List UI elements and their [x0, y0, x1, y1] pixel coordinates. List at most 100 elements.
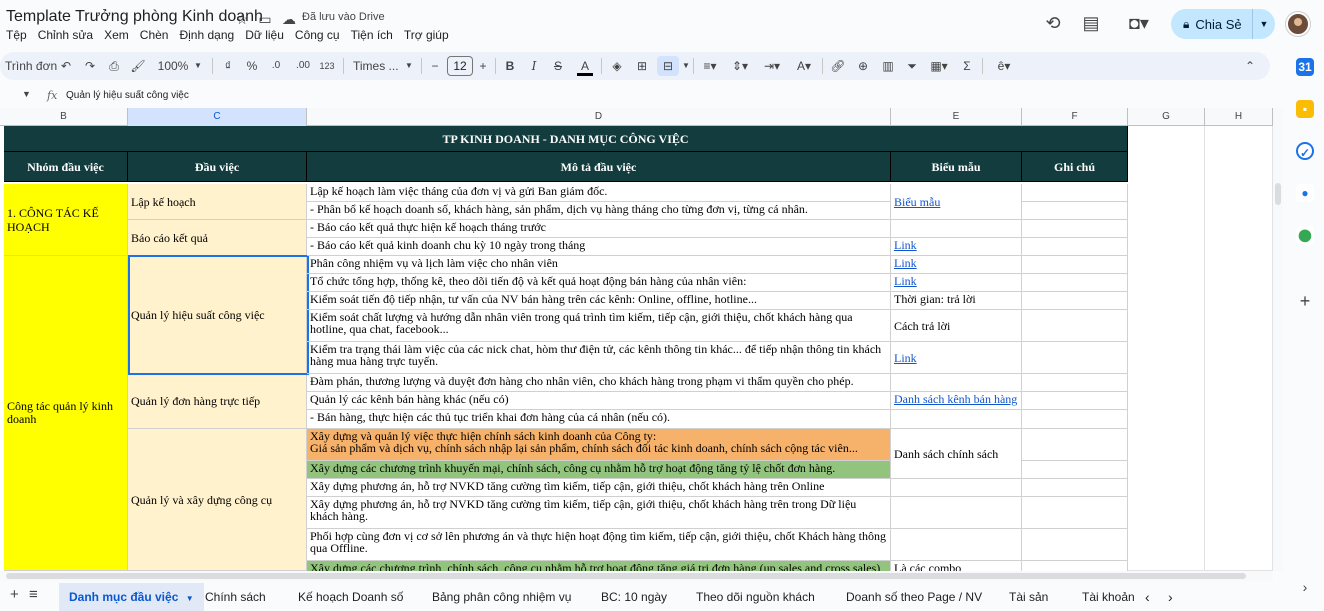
collapse-toolbar-icon[interactable]: ⌃: [1242, 56, 1258, 76]
template-cell[interactable]: Link: [891, 274, 1022, 292]
horizontal-align-icon[interactable]: ≡▾: [699, 56, 721, 76]
header-note[interactable]: Ghi chú: [1022, 152, 1128, 182]
table-row[interactable]: Quản lý các kênh bán hàng khác (nếu có): [307, 392, 891, 410]
template-cell[interactable]: Link: [891, 238, 1022, 256]
zoom-select[interactable]: 100%: [156, 56, 190, 76]
tab-dropdown-icon[interactable]: ▼: [186, 594, 194, 603]
add-sheet-icon[interactable]: +: [10, 586, 19, 603]
table-row[interactable]: - Báo cáo kết quả thực hiện kế hoạch thá…: [307, 220, 891, 238]
table-row[interactable]: - Bán hàng, thực hiện các thủ tục triển …: [307, 410, 891, 429]
column-header-d[interactable]: D: [307, 108, 891, 126]
note-cell[interactable]: [1022, 184, 1128, 202]
show-side-panel-icon[interactable]: ›: [1296, 578, 1314, 596]
header-task[interactable]: Đầu việc: [128, 152, 307, 182]
note-cell[interactable]: [1022, 256, 1128, 274]
tab-doanh-so-theo-page[interactable]: Doanh số theo Page / NV: [846, 586, 982, 608]
template-link[interactable]: Link: [894, 256, 917, 270]
template-cell[interactable]: Thời gian: trả lời: [891, 292, 1022, 310]
task-cell-planning[interactable]: Lập kế hoạch: [128, 184, 307, 220]
menu-file[interactable]: Tệp: [6, 28, 27, 42]
template-cell[interactable]: Cách trả lời: [891, 310, 1022, 342]
table-row[interactable]: Xây dựng phương án, hỗ trợ NVKD tăng cườ…: [307, 497, 891, 529]
column-header-c[interactable]: C: [128, 108, 307, 126]
bold-icon[interactable]: B: [503, 56, 517, 76]
borders-icon[interactable]: ⊞: [634, 56, 650, 76]
menu-insert[interactable]: Chèn: [140, 28, 169, 42]
fill-color-icon[interactable]: ◈: [609, 56, 625, 76]
table-row[interactable]: Xây dựng các chương trình, chính sách, c…: [307, 561, 891, 571]
tab-ke-hoach-doanh-so[interactable]: Kế hoạch Doanh số: [298, 586, 403, 608]
note-cell[interactable]: [1022, 392, 1128, 410]
menu-data[interactable]: Dữ liệu: [245, 28, 284, 42]
scroll-tabs-right-icon[interactable]: ›: [1168, 586, 1173, 608]
table-row[interactable]: Kiểm soát chất lượng và hướng dẫn nhân v…: [307, 310, 891, 342]
template-link[interactable]: Biểu mẫu: [894, 196, 940, 208]
vertical-align-icon[interactable]: ⇕▾: [729, 56, 751, 76]
table-row[interactable]: Lập kế hoạch làm việc tháng của đơn vị v…: [307, 184, 891, 202]
note-cell[interactable]: [1022, 561, 1128, 571]
font-select[interactable]: Times ...: [353, 56, 403, 76]
template-cell[interactable]: Link: [891, 342, 1022, 374]
avatar[interactable]: [1286, 12, 1310, 36]
share-dropdown-icon[interactable]: ▼: [1253, 19, 1275, 29]
task-cell-report[interactable]: Báo cáo kết quả: [128, 220, 307, 256]
template-cell[interactable]: Biểu mẫu: [891, 184, 1022, 220]
template-link[interactable]: Link: [894, 274, 917, 288]
table-row[interactable]: Xây dựng phương án, hỗ trợ NVKD tăng cườ…: [307, 479, 891, 497]
vertical-scrollbar[interactable]: [1273, 108, 1283, 571]
decrease-decimal-button[interactable]: .0: [268, 56, 284, 76]
note-cell[interactable]: [1022, 429, 1128, 461]
menu-format[interactable]: Định dạng: [179, 28, 234, 42]
table-row[interactable]: Phân công nhiệm vụ và lịch làm việc cho …: [307, 256, 891, 274]
note-cell[interactable]: [1022, 479, 1128, 497]
menu-extensions[interactable]: Tiện ích: [351, 28, 393, 42]
column-g-empty[interactable]: [1128, 126, 1205, 571]
italic-icon[interactable]: I: [527, 56, 541, 76]
note-cell[interactable]: [1022, 274, 1128, 292]
column-header-b[interactable]: B: [0, 108, 128, 126]
redo-icon[interactable]: ↷: [82, 56, 98, 76]
column-header-e[interactable]: E: [891, 108, 1022, 126]
note-cell[interactable]: [1022, 342, 1128, 374]
table-row[interactable]: - Báo cáo kết quả kinh doanh chu kỳ 10 n…: [307, 238, 891, 256]
template-link[interactable]: Danh sách kênh bán hàng: [894, 392, 1017, 406]
scroll-tabs-left-icon[interactable]: ‹: [1145, 586, 1150, 608]
formula-input[interactable]: Quản lý hiệu suất công việc: [66, 90, 189, 101]
document-title[interactable]: Template Trưởng phòng Kinh doanh: [6, 8, 263, 26]
menu-tools[interactable]: Công cụ: [295, 28, 340, 42]
search-menus-input[interactable]: Trình đơn: [5, 56, 57, 76]
template-cell[interactable]: Link: [891, 256, 1022, 274]
font-size-input[interactable]: 12: [447, 56, 473, 76]
template-cell[interactable]: Danh sách kênh bán hàng: [891, 392, 1022, 410]
group-cell-planning[interactable]: 1. CÔNG TÁC KẾ HOẠCH: [4, 184, 128, 256]
menu-help[interactable]: Trợ giúp: [404, 28, 449, 42]
template-cell[interactable]: [891, 410, 1022, 429]
header-template[interactable]: Biểu mẫu: [891, 152, 1022, 182]
paint-format-icon[interactable]: 🖌︎: [130, 56, 146, 76]
percent-format-button[interactable]: %: [245, 56, 259, 76]
template-cell[interactable]: Danh sách chính sách: [891, 429, 1022, 479]
decrease-font-size-icon[interactable]: −: [429, 56, 441, 76]
note-cell[interactable]: [1022, 292, 1128, 310]
note-cell[interactable]: [1022, 220, 1128, 238]
table-row[interactable]: Tổ chức tổng hợp, thống kê, theo dõi tiế…: [307, 274, 891, 292]
note-cell[interactable]: [1022, 374, 1128, 392]
increase-decimal-button[interactable]: .00: [294, 56, 312, 76]
template-link[interactable]: Link: [894, 352, 917, 364]
note-cell[interactable]: [1022, 202, 1128, 220]
note-cell[interactable]: [1022, 529, 1128, 561]
header-description[interactable]: Mô tả đầu việc: [307, 152, 891, 182]
spreadsheet-grid[interactable]: B C D E F G H TP KINH DOANH - DANH MỤC C…: [0, 108, 1273, 571]
keep-icon[interactable]: ▪: [1296, 100, 1314, 118]
number-format-button[interactable]: 123: [318, 56, 336, 76]
tab-chinh-sach[interactable]: Chính sách: [205, 586, 266, 608]
filter-views-icon[interactable]: ▦▾: [927, 56, 951, 76]
column-header-g[interactable]: G: [1128, 108, 1205, 126]
horizontal-scrollbar[interactable]: [0, 571, 1273, 581]
table-row[interactable]: Xây dựng và quản lý việc thực hiện chính…: [307, 429, 891, 461]
template-cell[interactable]: [891, 529, 1022, 561]
tab-bc-10-ngay[interactable]: BC: 10 ngày: [601, 586, 667, 608]
task-cell-direct-orders[interactable]: Quản lý đơn hàng trực tiếp: [128, 374, 307, 429]
calendar-icon[interactable]: 31: [1296, 58, 1314, 76]
sheet-main-title[interactable]: TP KINH DOANH - DANH MỤC CÔNG VIỆC: [4, 126, 1128, 152]
